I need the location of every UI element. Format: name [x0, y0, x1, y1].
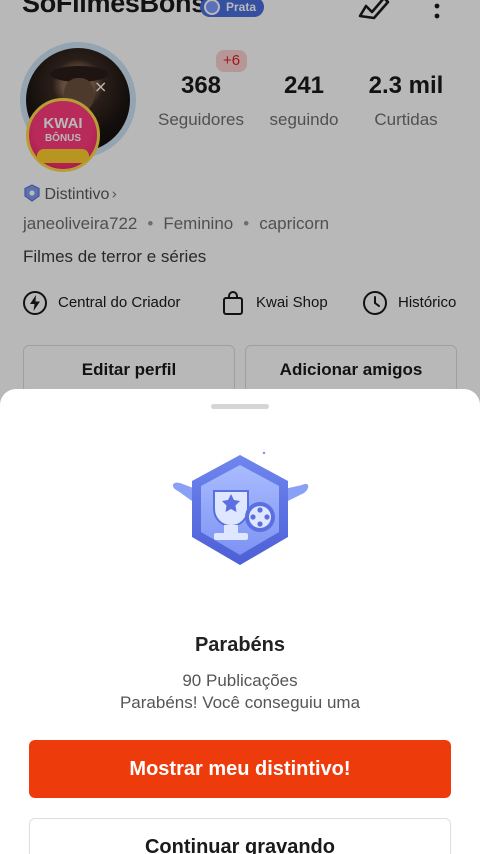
continue-recording-button[interactable]: Continuar gravando	[29, 818, 451, 854]
sheet-description: Parabéns! Você conseguiu uma	[119, 693, 361, 712]
sheet-title: Parabéns	[194, 634, 286, 656]
trophy-badge-icon	[172, 451, 309, 565]
sheet-subtitle: 90 Publicações	[182, 671, 298, 690]
achievement-bottom-sheet: Parabéns 90 Publicações Parabéns! Você c…	[0, 389, 480, 854]
drag-handle[interactable]	[211, 404, 269, 409]
show-badge-button[interactable]: Mostrar meu distintivo!	[29, 740, 451, 798]
